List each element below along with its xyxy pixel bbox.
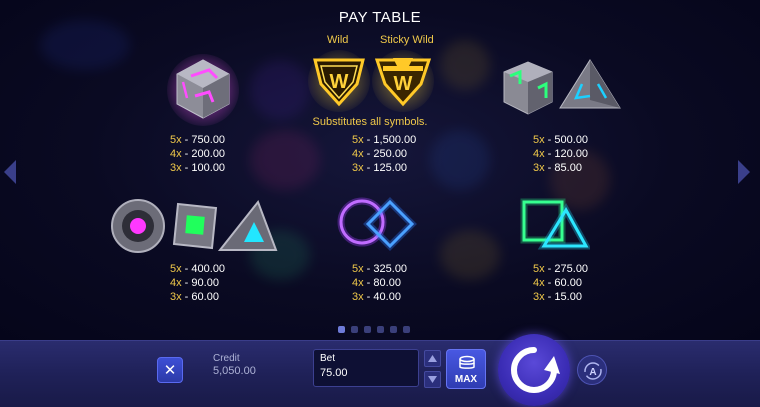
bet-field[interactable]: Bet 75.00 — [313, 349, 419, 387]
svg-text:W: W — [394, 73, 413, 95]
sticky-wild-label: Sticky Wild — [380, 34, 434, 46]
page-dot-6[interactable] — [403, 326, 410, 333]
paytable-green-cube-pyramid: 5x - 500.00 4x - 120.00 3x - 85.00 — [533, 134, 589, 174]
wild-label: Wild — [327, 34, 349, 46]
pay-multiplier: 5x — [170, 134, 182, 146]
caret-up-icon — [428, 355, 437, 362]
pay-multiplier: 5x — [170, 263, 182, 275]
page-title: PAY TABLE — [338, 9, 422, 26]
cube-pyramid-icon — [503, 59, 621, 115]
pay-multiplier: 4x — [352, 277, 364, 289]
symbol-purple-cube — [165, 52, 241, 133]
spin-button[interactable] — [498, 334, 570, 406]
page-indicator — [338, 326, 410, 333]
pay-multiplier: 4x — [352, 148, 364, 160]
pay-value: 400.00 — [191, 263, 226, 275]
neon-circle-diamond-icon — [337, 197, 417, 251]
max-bet-button[interactable]: MAX — [446, 349, 486, 389]
pay-multiplier: 4x — [170, 148, 182, 160]
pay-multiplier: 3x — [533, 291, 545, 303]
pay-multiplier: 5x — [533, 263, 545, 275]
bet-value: 75.00 — [320, 367, 348, 379]
close-icon: ✕ — [163, 362, 177, 379]
pay-multiplier: 3x — [352, 291, 364, 303]
pay-value: 60.00 — [554, 277, 582, 289]
coin-stack-icon — [459, 355, 475, 369]
wild-badge-icon: W W — [308, 50, 434, 112]
paytable-neon-square-triangle: 5x - 275.00 4x - 60.00 3x - 15.00 — [533, 263, 589, 303]
pay-value: 750.00 — [191, 134, 226, 146]
page-dot-2[interactable] — [351, 326, 358, 333]
pay-multiplier: 3x — [170, 291, 182, 303]
neon-square-triangle-icon — [520, 198, 592, 250]
pay-value: 80.00 — [373, 277, 401, 289]
page-dot-4[interactable] — [377, 326, 384, 333]
pay-multiplier: 5x — [533, 134, 545, 146]
pay-multiplier: 3x — [352, 162, 364, 174]
close-button[interactable]: ✕ — [157, 357, 183, 383]
shapes-metal-icon — [111, 199, 278, 253]
svg-text:A: A — [589, 367, 596, 378]
paytable-neon-circle-diamond: 5x - 325.00 4x - 80.00 3x - 40.00 — [352, 263, 408, 303]
symbol-neon-circle-diamond — [332, 196, 422, 263]
page-dot-5[interactable] — [390, 326, 397, 333]
previous-page-arrow-icon[interactable] — [2, 158, 18, 186]
paytable-circle-square-triangle: 5x - 400.00 4x - 90.00 3x - 60.00 — [170, 263, 226, 303]
pay-multiplier: 4x — [170, 277, 182, 289]
pay-multiplier: 5x — [352, 263, 364, 275]
autoplay-button[interactable]: A — [577, 355, 607, 385]
bet-increase-button[interactable] — [424, 350, 441, 367]
pay-value: 325.00 — [373, 263, 408, 275]
pay-multiplier: 3x — [533, 162, 545, 174]
page-dot-3[interactable] — [364, 326, 371, 333]
credit-label: Credit — [213, 353, 240, 364]
svg-text:W: W — [330, 71, 349, 93]
bet-label: Bet — [320, 353, 336, 364]
pay-value: 275.00 — [554, 263, 589, 275]
caret-down-icon — [428, 376, 437, 383]
spin-arrow-icon — [511, 347, 560, 393]
pay-value: 60.00 — [191, 291, 219, 303]
symbol-wild: W W — [307, 50, 437, 117]
pay-value: 120.00 — [554, 148, 589, 160]
page-dot-1[interactable] — [338, 326, 345, 333]
pay-multiplier: 5x — [352, 134, 364, 146]
purple-cube-icon — [167, 54, 239, 126]
next-page-arrow-icon[interactable] — [736, 158, 752, 186]
pay-value: 250.00 — [373, 148, 408, 160]
autoplay-icon: A — [584, 362, 602, 380]
wild-description: Substitutes all symbols. — [312, 116, 428, 128]
pay-multiplier: 4x — [533, 148, 545, 160]
pay-value: 40.00 — [373, 291, 401, 303]
paytable-purple-cube: 5x - 750.00 4x - 200.00 3x - 100.00 — [170, 134, 226, 174]
pay-value: 85.00 — [554, 162, 582, 174]
symbol-neon-square-triangle — [518, 196, 592, 259]
pay-value: 90.00 — [191, 277, 219, 289]
pay-value: 1,500.00 — [373, 134, 417, 146]
pay-multiplier: 3x — [170, 162, 182, 174]
credit-value: 5,050.00 — [213, 365, 256, 377]
pay-value: 125.00 — [373, 162, 408, 174]
pay-multiplier: 4x — [533, 277, 545, 289]
pay-value: 500.00 — [554, 134, 589, 146]
symbol-circle-square-triangle — [108, 196, 278, 261]
paytable-wild: 5x - 1,500.00 4x - 250.00 3x - 125.00 — [352, 134, 417, 174]
bet-decrease-button[interactable] — [424, 371, 441, 388]
max-label: MAX — [454, 374, 478, 385]
pay-value: 200.00 — [191, 148, 226, 160]
pay-value: 15.00 — [554, 291, 582, 303]
pay-value: 100.00 — [191, 162, 226, 174]
symbol-green-cube-pyramid — [498, 58, 622, 125]
